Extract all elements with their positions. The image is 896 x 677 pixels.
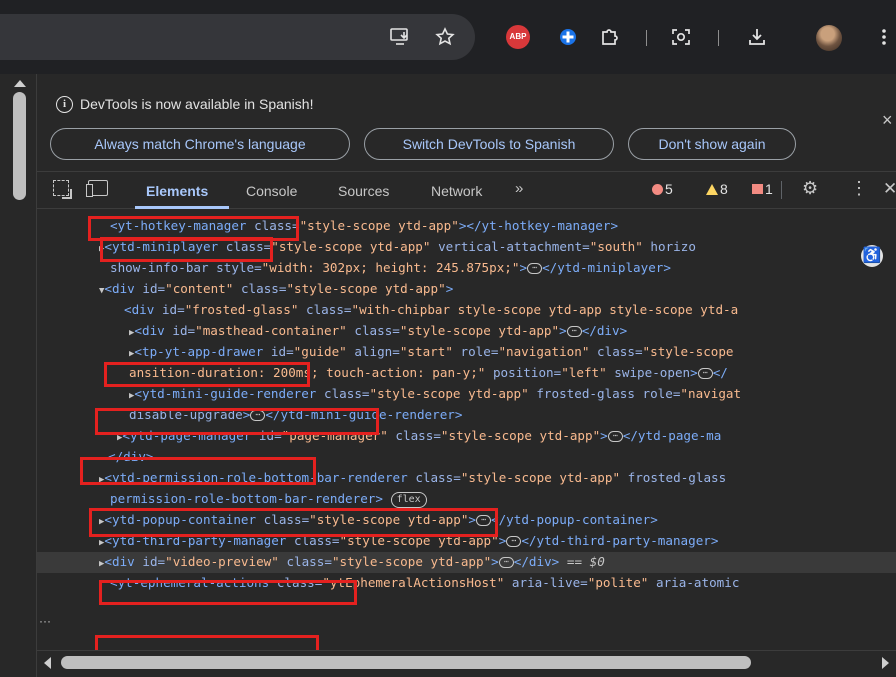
extensions-puzzle-icon[interactable] — [597, 22, 623, 52]
tree-node-continuation: show-info-bar style="width: 302px; heigh… — [110, 260, 671, 275]
scroll-right-arrow-icon[interactable] — [882, 657, 889, 669]
toolbar-separator — [646, 30, 647, 46]
toolbar-separator — [718, 30, 719, 46]
tree-node-ytd-miniplayer[interactable]: ▶<ytd-miniplayer class="style-scope ytd-… — [99, 237, 896, 258]
profile-avatar[interactable] — [816, 25, 842, 51]
horizontal-scrollbar-thumb[interactable] — [61, 656, 751, 669]
tab-elements[interactable]: Elements — [146, 183, 208, 199]
tree-node-yt-ephemeral-actions[interactable]: <yt-ephemeral-actions class="ytEphemeral… — [110, 573, 896, 594]
tab-console[interactable]: Console — [246, 183, 297, 199]
flex-badge[interactable]: flex — [390, 491, 427, 508]
divider — [781, 181, 782, 199]
bookmark-star-icon[interactable] — [433, 22, 457, 52]
error-counter[interactable]: 5 — [652, 181, 673, 197]
close-devtools-icon[interactable]: ✕ — [883, 179, 896, 199]
adblock-plus-icon[interactable]: ABP — [504, 22, 532, 52]
collapsed-children-icon[interactable]: ⋯ — [250, 410, 266, 421]
screenshot-lens-icon[interactable] — [668, 22, 694, 52]
tree-node-div-video-preview-selected[interactable]: ▶<div id="video-preview" class="style-sc… — [37, 552, 896, 573]
more-tabs-chevron-icon[interactable]: » — [515, 180, 523, 197]
infobar-message: DevTools is now available in Spanish! — [80, 96, 314, 112]
close-icon[interactable]: × — [882, 110, 893, 131]
tree-node-div-masthead-container[interactable]: ▶<div id="masthead-container" class="sty… — [129, 321, 896, 342]
tree-node-div-content[interactable]: ▼<div id="content" class="style-scope yt… — [99, 279, 896, 300]
issues-counter[interactable]: 1 — [752, 181, 773, 197]
warning-counter[interactable]: 8 — [706, 181, 728, 197]
tree-node-yt-hotkey-manager[interactable]: <yt-hotkey-manager class="style-scope yt… — [110, 216, 896, 237]
tree-node-ytd-third-party-manager[interactable]: ▶<ytd-third-party-manager class="style-s… — [99, 531, 896, 552]
tab-sources[interactable]: Sources — [338, 183, 389, 199]
extension-icon[interactable] — [556, 22, 580, 52]
tree-node-div-frosted-glass[interactable]: <div id="frosted-glass" class="with-chip… — [124, 300, 896, 321]
accessibility-icon[interactable]: ♿ — [861, 245, 883, 267]
collapsed-children-icon[interactable]: ⋯ — [498, 557, 514, 568]
tab-network[interactable]: Network — [431, 183, 482, 199]
collapsed-children-icon[interactable]: ⋯ — [697, 368, 713, 379]
tree-node-ytd-permission-role-bottom-bar-renderer[interactable]: ▶<ytd-permission-role-bottom-bar-rendere… — [99, 468, 896, 489]
scroll-up-arrow-icon[interactable] — [14, 80, 26, 87]
device-toolbar-icon[interactable] — [86, 180, 108, 197]
always-match-language-button[interactable]: Always match Chrome's language — [50, 128, 350, 160]
dont-show-again-button[interactable]: Don't show again — [628, 128, 796, 160]
scroll-left-arrow-icon[interactable] — [44, 657, 51, 669]
tree-node-continuation: permission-role-bottom-bar-renderer> fle… — [110, 489, 896, 510]
tree-node-div-close: </div> — [108, 449, 154, 464]
node-options-icon[interactable]: ··· — [39, 614, 51, 628]
collapsed-children-icon[interactable]: ⋯ — [566, 326, 582, 337]
switch-to-spanish-button[interactable]: Switch DevTools to Spanish — [364, 128, 614, 160]
elements-tree: <yt-hotkey-manager class="style-scope yt… — [37, 210, 896, 650]
tree-node-ytd-page-manager[interactable]: ▶<ytd-page-manager id="page-manager" cla… — [117, 426, 896, 447]
collapsed-children-icon[interactable]: ⋯ — [506, 536, 522, 547]
active-tab-indicator — [135, 206, 229, 209]
inspect-element-icon[interactable] — [53, 180, 72, 199]
info-icon: i — [56, 96, 73, 113]
warning-icon — [706, 183, 718, 195]
tree-node-continuation: ansition-duration: 200ms; touch-action: … — [129, 365, 728, 380]
download-icon[interactable] — [744, 22, 770, 52]
collapsed-children-icon[interactable]: ⋯ — [527, 263, 543, 274]
tree-node-tp-yt-app-drawer[interactable]: ▶<tp-yt-app-drawer id="guide" align="sta… — [129, 342, 896, 363]
settings-gear-icon[interactable]: ⚙ — [802, 178, 818, 199]
left-scrollbar-thumb[interactable] — [13, 92, 26, 200]
collapsed-children-icon[interactable]: ⋯ — [607, 431, 623, 442]
install-app-icon[interactable] — [388, 22, 412, 52]
issue-icon — [752, 184, 763, 194]
collapsed-children-icon[interactable]: ⋯ — [476, 515, 491, 526]
menu-kebab-icon[interactable] — [876, 22, 892, 52]
more-options-icon[interactable]: ⋮ — [850, 178, 868, 199]
tree-node-continuation: disable-upgrade> ⋯ </ytd-mini-guide-render… — [129, 407, 463, 422]
error-icon — [652, 183, 663, 195]
tree-node-ytd-mini-guide-renderer[interactable]: ▶<ytd-mini-guide-renderer class="style-s… — [129, 384, 896, 405]
tree-node-ytd-popup-container[interactable]: ▶<ytd-popup-container class="style-scope… — [99, 510, 896, 531]
